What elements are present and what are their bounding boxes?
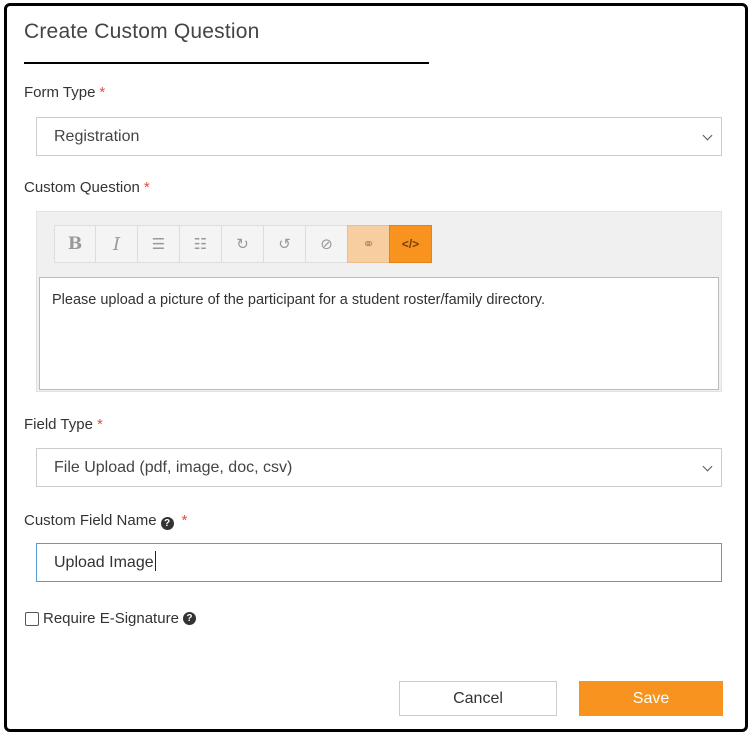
form-type-value: Registration (54, 128, 140, 145)
help-circle-icon[interactable]: ? (182, 612, 196, 625)
custom-field-name-label: Custom Field Name? * (24, 512, 188, 530)
text-caret (154, 551, 156, 571)
cancel-button[interactable]: Cancel (399, 681, 557, 716)
undo-icon: ↺ (278, 236, 291, 253)
custom-field-name-value: Upload Image (54, 554, 154, 571)
field-type-value: File Upload (pdf, image, doc, csv) (54, 459, 293, 476)
bold-icon: B (67, 234, 83, 254)
field-type-select[interactable]: File Upload (pdf, image, doc, csv) (36, 448, 722, 487)
custom-field-name-input[interactable]: Upload Image (36, 543, 722, 582)
italic-button[interactable]: I (95, 225, 138, 263)
question-text-area[interactable]: Please upload a picture of the participa… (39, 277, 719, 390)
undo-button[interactable]: ↺ (263, 225, 306, 263)
editor-toolbar: B I ☰ ☷ ↻ ↺ ⊘ ⚭ </> (54, 225, 432, 263)
save-button[interactable]: Save (579, 681, 723, 716)
required-mark: * (96, 416, 103, 433)
form-type-select[interactable]: Registration (36, 117, 722, 156)
clear-format-icon: ⊘ (320, 236, 333, 253)
code-view-button[interactable]: </> (389, 225, 432, 263)
unordered-list-icon: ☰ (151, 236, 166, 253)
e-signature-label[interactable]: Require E-Signature (43, 610, 179, 627)
required-mark: * (181, 512, 188, 529)
title-divider (24, 62, 429, 64)
help-circle-icon[interactable]: ? (160, 517, 174, 530)
rich-text-editor: B I ☰ ☷ ↻ ↺ ⊘ ⚭ </> Please upload a pict… (36, 211, 722, 392)
link-button[interactable]: ⚭ (347, 225, 390, 263)
required-mark: * (143, 179, 150, 196)
chevron-down-icon (702, 461, 713, 472)
redo-button[interactable]: ↻ (221, 225, 264, 263)
custom-question-label: Custom Question * (24, 179, 150, 196)
italic-icon: I (112, 233, 121, 255)
required-mark: * (99, 84, 106, 101)
e-signature-checkbox[interactable] (25, 611, 39, 626)
redo-icon: ↻ (236, 236, 249, 253)
code-icon: </> (401, 237, 420, 251)
bold-button[interactable]: B (54, 225, 96, 263)
ordered-list-button[interactable]: ☷ (179, 225, 222, 263)
e-signature-row: Require E-Signature ? (25, 610, 196, 627)
field-type-label: Field Type * (24, 416, 103, 433)
form-type-label: Form Type * (24, 84, 106, 101)
link-icon: ⚭ (362, 236, 375, 253)
question-text: Please upload a picture of the participa… (52, 292, 545, 308)
dialog-title: Create Custom Question (24, 20, 260, 43)
unordered-list-button[interactable]: ☰ (137, 225, 180, 263)
ordered-list-icon: ☷ (193, 236, 208, 253)
create-custom-question-dialog: Create Custom Question Form Type * Regist… (4, 3, 748, 732)
clear-format-button[interactable]: ⊘ (305, 225, 348, 263)
chevron-down-icon (702, 130, 713, 141)
